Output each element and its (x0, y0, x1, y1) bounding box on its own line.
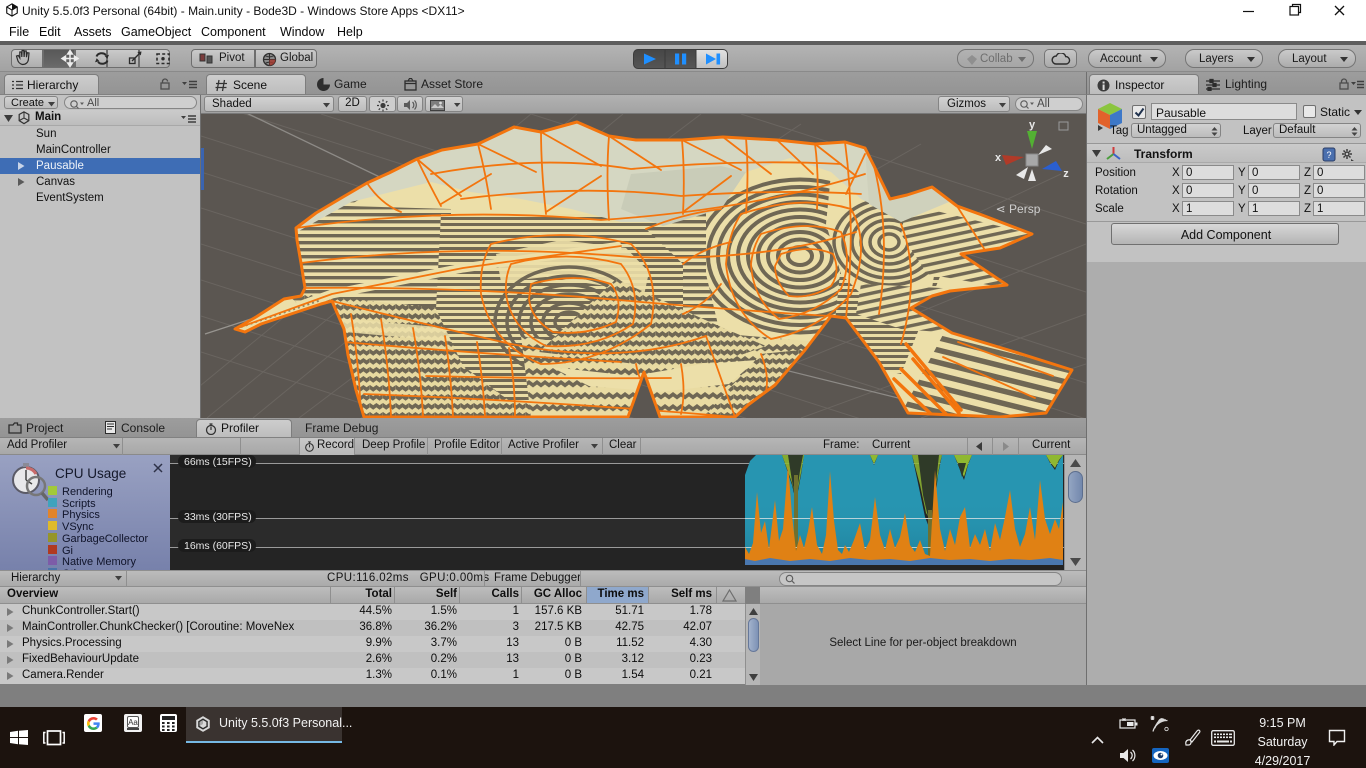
svg-text:33ms (30FPS): 33ms (30FPS) (184, 511, 252, 523)
svg-text:x: x (995, 152, 1002, 164)
svg-text:y: y (1029, 119, 1036, 131)
svg-text:?: ? (1326, 150, 1331, 160)
svg-text:66ms (15FPS): 66ms (15FPS) (184, 456, 252, 468)
svg-text:z: z (1063, 168, 1069, 180)
svg-text:⋖ Persp: ⋖ Persp (996, 202, 1041, 216)
svg-text:16ms (60FPS): 16ms (60FPS) (184, 540, 252, 552)
